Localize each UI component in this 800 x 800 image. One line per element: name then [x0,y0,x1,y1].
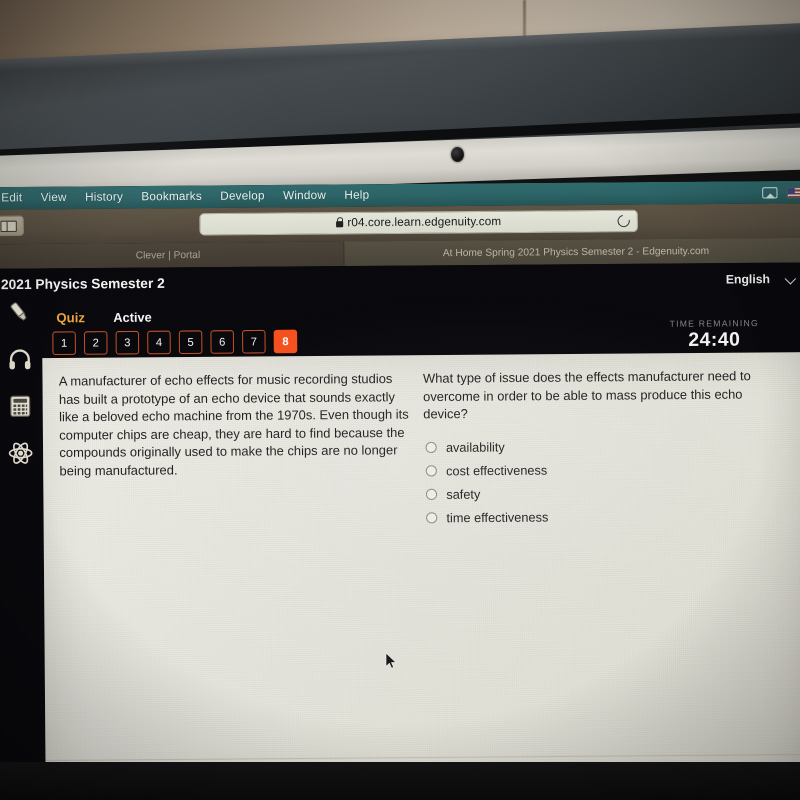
radio-button[interactable] [425,465,437,477]
question-text: What type of issue does the effects manu… [422,368,751,422]
menu-item-window[interactable]: Window [274,185,335,208]
answer-option-label: availability [445,439,505,455]
answer-option-label: safety [446,486,481,502]
answer-option-cost-effectiveness[interactable]: cost effectiveness [425,457,763,483]
question-tab-3[interactable]: 3 [115,330,140,355]
question-tab-4[interactable]: 4 [147,330,171,355]
time-remaining-value: 24:40 [688,329,741,352]
question-tab-8[interactable]: 8 [273,329,298,354]
radio-button[interactable] [425,488,438,501]
menu-bar-status-items [762,181,800,204]
calculator-icon[interactable] [7,393,34,420]
menu-item-bookmarks[interactable]: Bookmarks [132,185,211,208]
answer-option-safety[interactable]: safety [425,480,763,506]
time-remaining: TIME REMAINING 24:40 [638,318,791,353]
time-remaining-label: TIME REMAINING [669,317,759,329]
highlighter-icon[interactable] [6,299,33,326]
menu-item-view[interactable]: View [31,187,76,210]
laptop-screen: Edit View History Bookmarks Develop Wind… [0,180,800,800]
section-label-quiz: Quiz [56,309,86,326]
reload-icon[interactable] [615,212,633,230]
laptop-photo: Edit View History Bookmarks Develop Wind… [0,0,800,800]
menu-item-develop[interactable]: Develop [211,185,274,208]
mouse-pointer [385,652,397,669]
question-card: A manufacturer of echo effects for music… [42,352,800,800]
status-badge-active: Active [113,310,152,325]
answer-option-label: cost effectiveness [446,462,548,478]
question-number-nav: 1 2 3 4 5 6 7 8 [52,329,298,356]
answer-option-availability[interactable]: availability [425,433,762,459]
tab-clever-portal[interactable]: Clever | Portal [0,241,345,269]
chevron-down-icon[interactable] [784,273,797,285]
tool-rail [0,299,45,728]
question-tab-5[interactable]: 5 [178,330,203,355]
answer-options: availability cost effectiveness safety t… [425,433,762,529]
page-header: g 2021 Physics Semester 2 English [0,262,800,305]
question-tab-1[interactable]: 1 [52,331,76,356]
sidebar-toggle-button[interactable] [0,215,25,237]
language-selector[interactable]: English [726,272,770,287]
menu-item-edit[interactable]: Edit [0,187,32,210]
menu-item-help[interactable]: Help [335,184,378,207]
headphones-icon[interactable] [7,346,34,373]
address-bar-url: r04.core.learn.edgenuity.com [347,215,502,230]
desk-shadow [0,762,800,800]
answer-option-time-effectiveness[interactable]: time effectiveness [426,503,763,529]
question-tab-2[interactable]: 2 [83,331,108,355]
radio-button[interactable] [426,512,438,524]
course-title: g 2021 Physics Semester 2 [0,275,165,293]
radio-button[interactable] [425,441,437,454]
lock-icon [336,221,344,228]
answer-option-label: time effectiveness [446,509,549,525]
sidebar-toggle-icon [0,220,17,232]
menu-item-history[interactable]: History [76,186,132,209]
question-tab-6[interactable]: 6 [210,330,235,354]
edgenuity-page: g 2021 Physics Semester 2 English Quiz A… [0,262,800,800]
tab-edgenuity-physics[interactable]: At Home Spring 2021 Physics Semester 2 -… [344,237,800,267]
us-flag-input-icon[interactable] [786,186,800,198]
address-bar[interactable]: r04.core.learn.edgenuity.com [199,209,639,236]
airplay-icon[interactable] [762,186,778,198]
question-tab-7[interactable]: 7 [242,329,266,354]
atom-icon[interactable] [7,440,34,467]
passage-text: A manufacturer of echo effects for music… [58,371,409,479]
